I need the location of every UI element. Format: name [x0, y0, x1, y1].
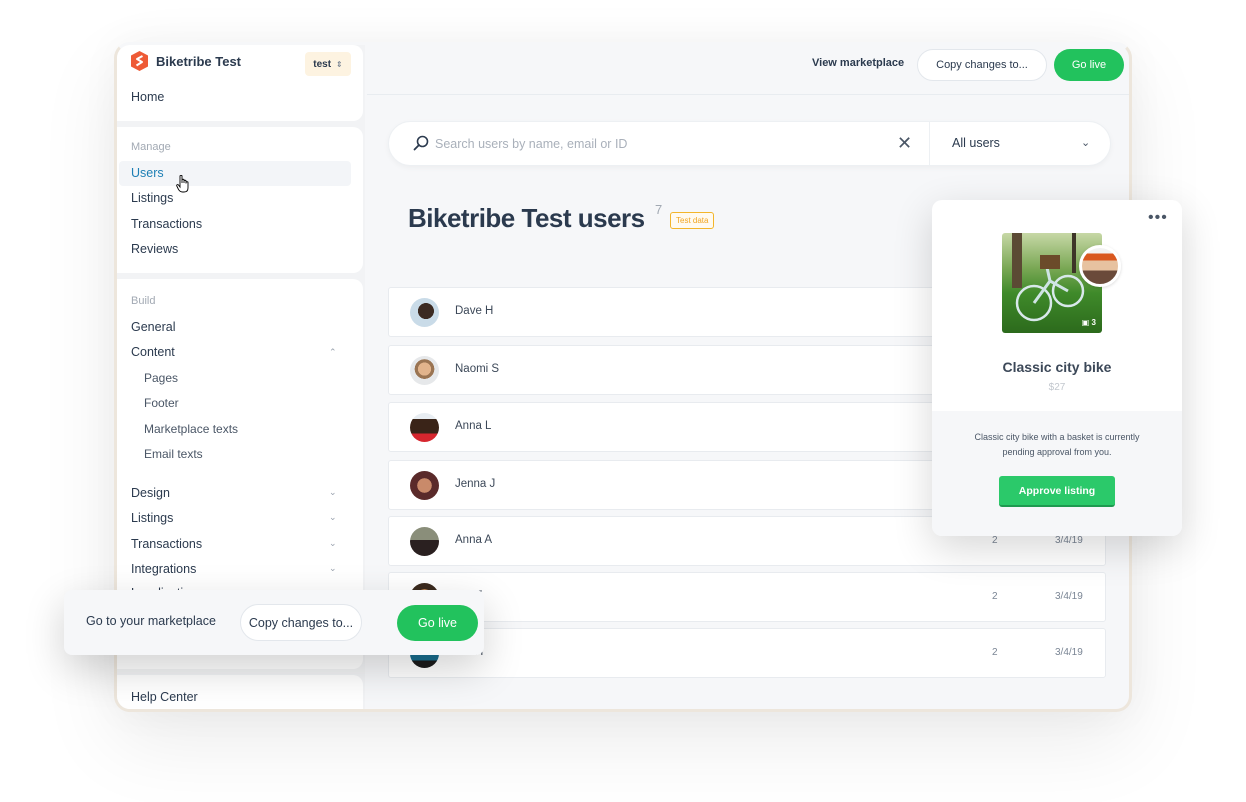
photo-count-value: 3	[1091, 318, 1096, 327]
sidebar-subitem-footer[interactable]: Footer	[144, 396, 179, 410]
chevron-down-icon[interactable]: ⌄	[329, 512, 337, 523]
clear-search-icon[interactable]: ✕	[897, 133, 912, 154]
user-name: Anna A	[455, 534, 493, 546]
avatar	[410, 413, 439, 442]
go-live-label: Go live	[1071, 59, 1107, 71]
table-row[interactable]: H 2 3/4/19	[388, 628, 1106, 678]
avatar	[410, 298, 439, 327]
author-avatar[interactable]	[1079, 245, 1121, 287]
copy-changes-button[interactable]: Copy changes to...	[917, 49, 1047, 81]
brand[interactable]: Biketribe Test	[131, 51, 241, 71]
brand-logo-icon	[131, 51, 148, 71]
sidebar-item-reviews[interactable]: Reviews	[131, 242, 178, 256]
sidebar-item-content[interactable]: Content	[131, 345, 175, 359]
copy-changes-button[interactable]: Copy changes to...	[240, 604, 362, 641]
top-bar: View marketplace Copy changes to... Go l…	[367, 45, 1129, 95]
user-name: Naomi S	[455, 363, 500, 375]
avatar	[410, 471, 439, 500]
photo-count: ▣ 3	[1081, 318, 1096, 327]
chevron-down-icon[interactable]: ⌄	[329, 538, 337, 549]
sidebar-header-card: Biketribe Test test ⇕ Home	[117, 45, 363, 121]
test-data-badge: Test data	[670, 212, 715, 229]
sidebar-subitem-email-texts[interactable]: Email texts	[144, 447, 203, 461]
listing-title: Classic city bike	[1002, 359, 1112, 375]
sidebar-help-card: Help Center	[117, 675, 363, 709]
user-listing-count: 2	[992, 535, 998, 546]
user-filter-select[interactable]: All users	[952, 136, 1000, 150]
sidebar-item-general[interactable]: General	[131, 320, 175, 334]
user-listing-count: 2	[992, 591, 998, 602]
go-live-label: Go live	[418, 616, 457, 630]
avatar	[410, 527, 439, 556]
copy-changes-label: Copy changes to...	[936, 59, 1028, 71]
environment-switcher[interactable]: test ⇕	[305, 52, 351, 76]
sidebar-item-listings-build[interactable]: Listings	[131, 511, 173, 525]
approve-listing-button[interactable]: Approve listing	[999, 476, 1115, 507]
chevron-down-icon[interactable]: ⌄	[329, 563, 337, 574]
sidebar-subitem-marketplace-texts[interactable]: Marketplace texts	[144, 422, 238, 436]
user-joined-date: 3/4/19	[1055, 535, 1083, 546]
up-down-chevron-icon: ⇕	[336, 59, 343, 69]
user-name: Dave H	[455, 305, 494, 317]
go-live-button[interactable]: Go live	[397, 605, 478, 641]
sidebar-item-integrations[interactable]: Integrations	[131, 562, 196, 576]
user-count: 7	[655, 202, 663, 217]
environment-label: test	[313, 58, 332, 70]
copy-changes-label: Copy changes to...	[248, 615, 354, 630]
search-icon	[413, 135, 429, 151]
user-name: Anna L	[455, 420, 492, 432]
listing-approval-card: ••• ▣ 3 Classic city bike $27 Classic ci…	[932, 200, 1182, 536]
user-joined-date: 3/4/19	[1055, 591, 1083, 602]
table-row[interactable]: E 2 3/4/19	[388, 572, 1106, 622]
chevron-down-icon[interactable]: ⌄	[1081, 136, 1090, 149]
page-title: Biketribe Test users	[408, 203, 645, 233]
user-name: Jenna J	[455, 478, 496, 490]
search-divider	[929, 122, 930, 165]
chevron-down-icon[interactable]: ⌄	[329, 487, 337, 498]
user-listing-count: 2	[992, 647, 998, 658]
listing-price: $27	[1048, 382, 1066, 393]
brand-name: Biketribe Test	[156, 53, 242, 69]
sidebar-item-listings[interactable]: Listings	[131, 191, 173, 205]
more-options-icon[interactable]: •••	[1148, 209, 1168, 227]
listing-card-footer: Classic city bike with a basket is curre…	[932, 411, 1182, 536]
sidebar-item-transactions-build[interactable]: Transactions	[131, 537, 202, 551]
approve-listing-label: Approve listing	[1018, 484, 1096, 497]
go-to-marketplace-label: Go to your marketplace	[86, 614, 216, 628]
section-label-build: Build	[131, 295, 156, 307]
sidebar-item-help-center[interactable]: Help Center	[131, 690, 198, 704]
sidebar-item-transactions[interactable]: Transactions	[131, 217, 202, 231]
sidebar-item-users[interactable]: Users	[131, 166, 164, 180]
section-label-manage: Manage	[131, 141, 171, 153]
floating-action-bar: Go to your marketplace Copy changes to..…	[64, 590, 484, 655]
sidebar-subitem-pages[interactable]: Pages	[144, 371, 178, 385]
sidebar-item-home[interactable]: Home	[131, 90, 164, 104]
sidebar-item-design[interactable]: Design	[131, 486, 170, 500]
hand-cursor-icon	[176, 175, 189, 193]
sidebar-manage-card: Manage Users Listings Transactions Revie…	[117, 127, 363, 273]
go-live-button[interactable]: Go live	[1054, 49, 1124, 81]
user-joined-date: 3/4/19	[1055, 647, 1083, 658]
avatar	[410, 356, 439, 385]
search-bar: ✕ All users ⌄	[388, 121, 1111, 166]
chevron-up-icon[interactable]: ⌃	[329, 347, 337, 358]
view-marketplace-link[interactable]: View marketplace	[812, 57, 904, 69]
listing-description: Classic city bike with a basket is curre…	[974, 432, 1140, 457]
search-input[interactable]	[435, 134, 875, 154]
